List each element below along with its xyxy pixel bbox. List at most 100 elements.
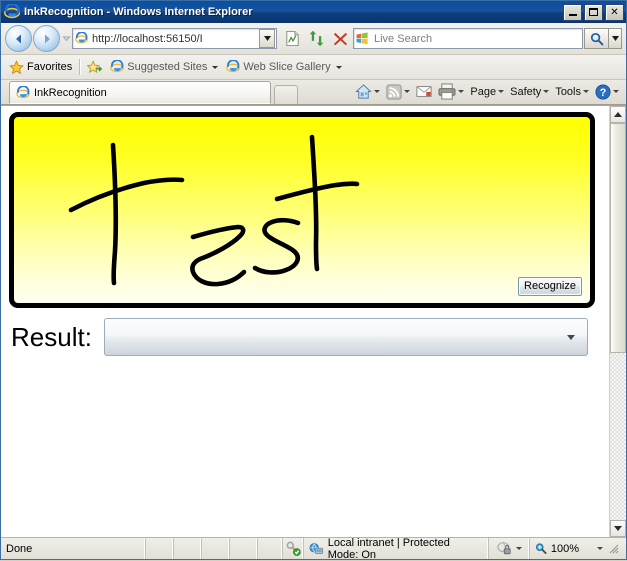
add-favorite-icon[interactable] (83, 57, 106, 77)
recognize-button[interactable]: Recognize (518, 277, 582, 296)
web-slice-gallery-label: Web Slice Gallery (243, 61, 331, 73)
zoom-control[interactable]: 100% (530, 538, 626, 559)
chevron-down-icon[interactable] (404, 90, 411, 93)
printer-icon (438, 83, 456, 100)
safety-menu-label: Safety (510, 85, 542, 98)
maximize-button[interactable] (584, 3, 603, 21)
chevron-down-icon[interactable] (613, 90, 619, 93)
local-intranet-icon (309, 542, 324, 554)
result-combobox[interactable] (103, 318, 588, 356)
print-button[interactable] (435, 81, 467, 103)
search-icon[interactable] (584, 28, 608, 49)
status-segment (258, 538, 283, 559)
status-segment (146, 538, 175, 559)
navigation-bar: http://localhost:56150/I Live Search (1, 23, 626, 55)
window-controls: ✕ (563, 3, 624, 21)
close-button[interactable]: ✕ (605, 3, 624, 21)
result-label: Result: (11, 321, 92, 352)
compatibility-view-button[interactable] (281, 28, 303, 50)
security-key-icon[interactable] (283, 538, 305, 559)
status-segment (174, 538, 203, 559)
new-tab-button[interactable] (274, 85, 298, 104)
scroll-up-button[interactable] (610, 106, 626, 123)
tools-menu-label: Tools (555, 85, 581, 98)
chevron-down-icon[interactable] (335, 65, 342, 69)
mail-icon (416, 86, 432, 97)
scroll-up-icon (614, 112, 622, 117)
favorites-label: Favorites (27, 61, 73, 73)
address-input[interactable]: http://localhost:56150/I (89, 33, 259, 45)
tab-label: InkRecognition (34, 86, 107, 99)
mail-button[interactable] (413, 81, 435, 103)
tab-inkrecognition[interactable]: InkRecognition (9, 81, 271, 104)
feeds-button[interactable] (383, 81, 413, 103)
resize-grip[interactable] (607, 542, 621, 556)
status-text: Done (1, 538, 146, 559)
svg-text:?: ? (600, 86, 607, 98)
page-menu-button[interactable]: Page (467, 81, 507, 103)
help-icon: ? (595, 83, 611, 100)
chevron-down-icon[interactable] (543, 90, 550, 93)
windows-logo-icon (354, 32, 370, 45)
search-provider-dropdown[interactable] (608, 28, 622, 49)
chevron-down-icon[interactable] (597, 547, 603, 550)
handwriting-ink-strokes (68, 134, 360, 287)
window-title: InkRecognition - Windows Internet Explor… (24, 6, 253, 18)
privacy-lock-icon (496, 542, 511, 555)
command-bar: Page Safety Tools ? (298, 79, 626, 104)
tab-bar: InkRecognition Page Safety Tools ? (1, 80, 626, 105)
scroll-down-icon (614, 526, 622, 531)
favorites-bar: Favorites Suggested Sites Web Slice Gall… (1, 55, 626, 80)
home-icon (355, 84, 373, 99)
ie-page-icon (226, 60, 241, 73)
status-segment (230, 538, 259, 559)
ie-browser-window: InkRecognition - Windows Internet Explor… (0, 0, 627, 561)
scroll-track[interactable] (610, 123, 626, 520)
scroll-thumb[interactable] (610, 123, 626, 354)
home-button[interactable] (352, 81, 383, 103)
web-page: Recognize Result: (1, 106, 609, 537)
address-bar[interactable]: http://localhost:56150/I (72, 28, 277, 49)
scroll-down-button[interactable] (610, 520, 626, 537)
refresh-button[interactable] (305, 28, 327, 50)
web-slice-gallery-button[interactable]: Web Slice Gallery (222, 57, 345, 77)
chevron-down-icon[interactable] (374, 90, 381, 93)
security-zone[interactable]: Local intranet | Protected Mode: On (304, 536, 490, 561)
ie-logo-icon (16, 85, 30, 98)
tools-menu-button[interactable]: Tools (552, 81, 592, 103)
chevron-down-icon[interactable] (498, 90, 505, 93)
stop-button[interactable] (329, 28, 351, 50)
chevron-down-icon[interactable] (515, 547, 522, 550)
suggested-sites-label: Suggested Sites (127, 61, 208, 73)
help-button[interactable]: ? (592, 81, 622, 103)
history-dropdown-icon[interactable] (60, 34, 72, 43)
rss-icon (386, 83, 402, 100)
status-segment (202, 538, 231, 559)
zoom-level-label: 100% (550, 542, 579, 555)
vertical-scrollbar[interactable] (609, 106, 626, 537)
ink-canvas[interactable]: Recognize (9, 112, 595, 308)
suggested-sites-button[interactable]: Suggested Sites (106, 57, 222, 77)
chevron-down-icon[interactable] (566, 334, 575, 340)
safety-menu-button[interactable]: Safety (507, 81, 552, 103)
minimize-button[interactable] (563, 3, 582, 21)
star-icon (9, 59, 24, 74)
status-bar: Done Local intranet | Protected Mode: On (1, 536, 626, 561)
search-input[interactable]: Live Search (370, 33, 432, 45)
favorites-button[interactable]: Favorites (5, 57, 76, 77)
page-menu-label: Page (470, 85, 497, 98)
forward-button[interactable] (33, 25, 60, 52)
search-box[interactable]: Live Search (353, 28, 583, 49)
chevron-down-icon[interactable] (212, 65, 219, 69)
result-row: Result: (9, 318, 609, 356)
chevron-down-icon[interactable] (583, 90, 589, 93)
security-zone-label: Local intranet | Protected Mode: On (327, 536, 450, 561)
content-area: Recognize Result: (1, 105, 626, 537)
title-bar: InkRecognition - Windows Internet Explor… (1, 1, 626, 23)
address-dropdown-button[interactable] (259, 29, 275, 48)
ie-logo-icon (4, 2, 20, 20)
zoom-magnifier-icon (535, 543, 547, 554)
privacy-report-button[interactable] (489, 538, 530, 559)
back-button[interactable] (5, 25, 32, 52)
chevron-down-icon[interactable] (458, 90, 465, 93)
